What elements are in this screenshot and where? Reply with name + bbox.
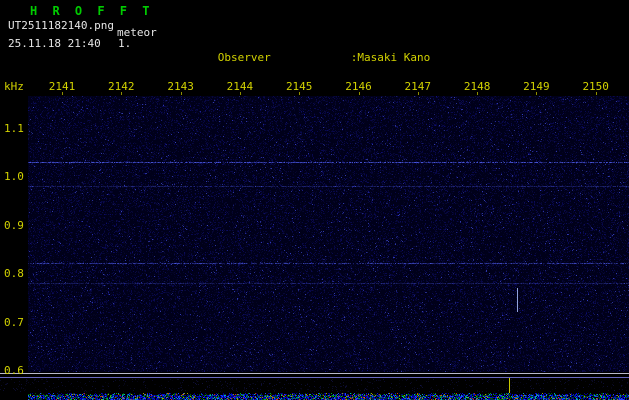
y-axis-label-1.1: 1.1 <box>4 122 24 135</box>
y-axis-label-0.6: 0.6 <box>4 364 24 377</box>
y-axis-label-0.8: 0.8 <box>4 267 24 280</box>
x-axis-tickmark <box>359 92 360 95</box>
x-axis-tickmark <box>181 92 182 95</box>
x-axis-tickmark <box>477 92 478 95</box>
info-label: Observer <box>217 51 271 65</box>
info-value: :Masaki Kano <box>350 51 431 65</box>
x-axis-tickmark <box>418 92 419 95</box>
y-axis-label-0.7: 0.7 <box>4 316 24 329</box>
info-row-observer: Observer :Masaki Kano <box>178 41 583 64</box>
x-axis-tickmark <box>240 92 241 95</box>
spectrogram-canvas <box>28 96 629 372</box>
output-filename: UT2511182140.png <box>8 19 114 32</box>
level-meter-canvas <box>0 372 629 400</box>
datetime-label: 25.11.18 21:40 <box>8 37 101 50</box>
x-axis-tickmark <box>299 92 300 95</box>
x-axis-tickmark <box>62 92 63 95</box>
x-axis-tickmark <box>536 92 537 95</box>
y-axis-label-1.0: 1.0 <box>4 170 24 183</box>
hrofft-screen: H R O F F T UT2511182140.png meteor 25.1… <box>0 0 629 400</box>
x-axis-tickmark <box>596 92 597 95</box>
app-title: H R O F F T <box>30 4 154 18</box>
sheet-counter: 1. <box>118 37 132 50</box>
x-axis-tickmark <box>121 92 122 95</box>
y-axis-label-0.9: 0.9 <box>4 219 24 232</box>
y-axis-unit-label: kHz <box>4 80 24 93</box>
